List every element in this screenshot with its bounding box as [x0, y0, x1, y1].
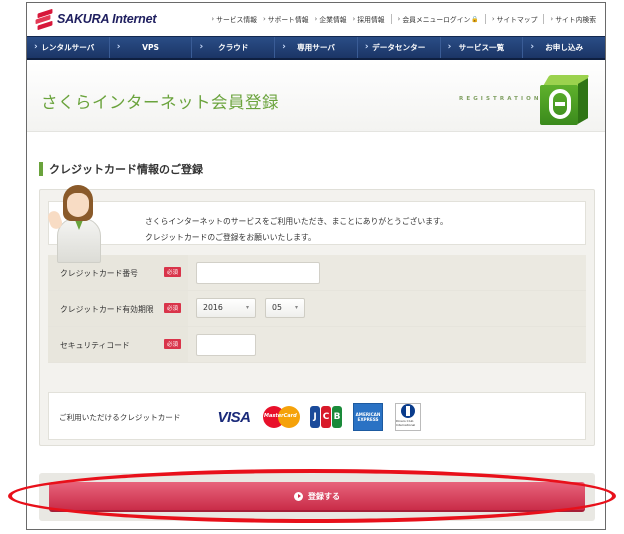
expiry-year-select[interactable]: 2016 ▾	[196, 298, 256, 318]
expiry-month-value: 05	[272, 303, 282, 312]
security-code-input[interactable]	[196, 334, 256, 356]
nav-item-data-center[interactable]: データセンター	[358, 37, 441, 58]
diners-text: Diners Club International	[396, 419, 416, 427]
top-link-site-search[interactable]: サイト内検索	[547, 14, 599, 24]
credit-card-panel: さくらインターネットのサービスをご利用いただき、まことにありがとうございます。 …	[39, 189, 595, 446]
expiry-label-cell: クレジットカード有効期限 必須	[48, 291, 188, 326]
chevron-down-icon: ▾	[294, 304, 298, 311]
page-title: さくらインターネット会員登録	[41, 93, 279, 112]
top-link-sitemap[interactable]: サイトマップ	[489, 14, 541, 24]
sakura-logo[interactable]: SAKURA Internet	[35, 8, 157, 31]
main-nav: レンタルサーバ VPS クラウド 専用サーバ データセンター サービス一覧 お申…	[27, 36, 605, 60]
top-link-member-login[interactable]: 会員メニューログイン🔒	[395, 14, 482, 25]
title-band: さくらインターネット会員登録 REGISTRATION	[27, 62, 605, 132]
nav-item-rental-server[interactable]: レンタルサーバ	[27, 37, 110, 58]
logo-text: SAKURA Internet	[57, 12, 157, 26]
top-nav-divider	[484, 14, 486, 24]
section-heading: クレジットカード情報のご登録	[39, 161, 203, 177]
submit-area: 登録する	[39, 473, 595, 521]
card-number-input[interactable]	[196, 262, 320, 284]
greeting-line-1: さくらインターネットのサービスをご利用いただき、まことにありがとうございます。	[145, 217, 448, 226]
registration-cube-icon	[540, 75, 590, 125]
expiry-month-select[interactable]: 05 ▾	[265, 298, 305, 318]
top-link-recruit-info[interactable]: 採用情報	[350, 14, 388, 24]
top-link-service-info[interactable]: サービス情報	[208, 14, 260, 24]
expiry-year-value: 2016	[203, 303, 223, 312]
required-badge: 必須	[164, 267, 182, 277]
lock-icon: 🔒	[471, 15, 479, 23]
chevron-down-icon: ▾	[245, 304, 249, 311]
accepted-cards-label: ご利用いただけるクレジットカード	[59, 413, 181, 422]
security-code-row: セキュリティコード 必須	[48, 327, 586, 363]
accepted-cards-box: ご利用いただけるクレジットカード VISA MasterCard J C B A…	[48, 392, 586, 440]
nav-item-service-list[interactable]: サービス一覧	[441, 37, 524, 58]
register-button[interactable]: 登録する	[49, 482, 585, 512]
sakura-logo-icon	[35, 8, 53, 31]
expiry-label: クレジットカード有効期限	[60, 305, 154, 314]
required-badge: 必須	[164, 303, 182, 313]
nav-item-cloud[interactable]: クラウド	[192, 37, 276, 58]
visa-logo: VISA	[217, 408, 251, 426]
top-link-support-info[interactable]: サポート情報	[260, 14, 312, 24]
diners-circle-icon	[401, 404, 415, 418]
security-code-label: セキュリティコード	[60, 341, 130, 350]
mastercard-text: MasterCard	[264, 413, 297, 419]
card-number-row: クレジットカード番号 必須	[48, 255, 586, 291]
amex-logo: AMERICAN EXPRESS	[353, 403, 383, 431]
registration-label: REGISTRATION	[459, 96, 542, 102]
member-login-label: 会員メニューログイン	[402, 16, 471, 24]
security-code-label-cell: セキュリティコード 必須	[48, 327, 188, 362]
nav-item-dedicated-server[interactable]: 専用サーバ	[275, 37, 358, 58]
required-badge: 必須	[164, 339, 182, 349]
jcb-letter-j: J	[310, 406, 320, 428]
top-link-company-info[interactable]: 企業情報	[312, 14, 350, 24]
nav-item-vps[interactable]: VPS	[110, 37, 193, 58]
amex-text: AMERICAN EXPRESS	[355, 412, 381, 422]
jcb-letter-c: C	[321, 406, 331, 428]
greeting-text: さくらインターネットのサービスをご利用いただき、まことにありがとうございます。 …	[145, 214, 448, 246]
page-frame: SAKURA Internet サービス情報 サポート情報 企業情報 採用情報 …	[26, 2, 606, 530]
expiry-field-cell: 2016 ▾ 05 ▾	[188, 291, 586, 326]
section-title: クレジットカード情報のご登録	[49, 163, 203, 176]
top-nav: サービス情報 サポート情報 企業情報 採用情報 会員メニューログイン🔒 サイトマ…	[208, 14, 599, 24]
credit-card-form: クレジットカード番号 必須 クレジットカード有効期限 必須 2016 ▾ 05 …	[48, 255, 586, 363]
diners-club-logo: Diners Club International	[395, 403, 421, 431]
operator-illustration	[46, 185, 105, 263]
top-nav-divider	[543, 14, 545, 24]
greeting-box: さくらインターネットのサービスをご利用いただき、まことにありがとうございます。 …	[48, 201, 586, 245]
nav-item-apply[interactable]: お申し込み	[523, 37, 605, 58]
mastercard-logo: MasterCard	[263, 403, 301, 431]
jcb-logo: J C B	[309, 403, 343, 431]
jcb-letter-b: B	[332, 406, 342, 428]
expiry-row: クレジットカード有効期限 必須 2016 ▾ 05 ▾	[48, 291, 586, 327]
card-number-label: クレジットカード番号	[60, 269, 138, 278]
site-header: SAKURA Internet サービス情報 サポート情報 企業情報 採用情報 …	[27, 3, 605, 36]
register-button-label: 登録する	[308, 491, 340, 501]
greeting-line-2: クレジットカードのご登録をお願いいたします。	[145, 233, 316, 242]
play-circle-icon	[294, 491, 303, 501]
security-code-field-cell	[188, 327, 586, 362]
top-nav-divider	[390, 14, 392, 24]
section-accent-bar	[39, 162, 43, 176]
card-number-field-cell	[188, 255, 586, 290]
